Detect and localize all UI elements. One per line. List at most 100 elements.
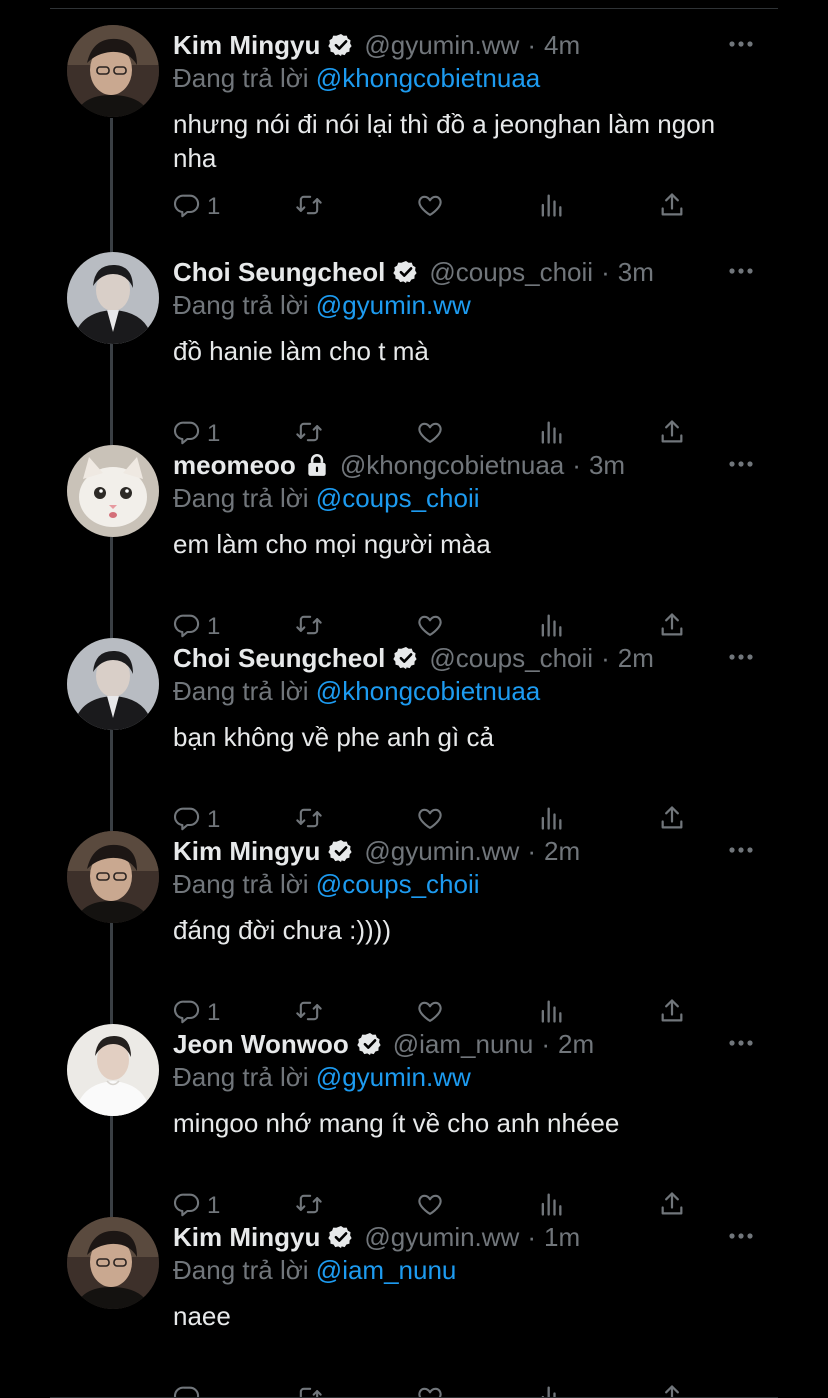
- tweet[interactable]: Kim Mingyu @gyumin.ww · 1m Đang trả lời …: [0, 1217, 828, 1398]
- retweet-button[interactable]: [295, 1192, 323, 1220]
- display-name[interactable]: Jeon Wonwoo: [173, 1029, 349, 1060]
- timestamp[interactable]: 3m: [618, 257, 654, 288]
- more-icon[interactable]: [728, 457, 754, 469]
- tweet-text: đồ hanie làm cho t mà: [173, 336, 429, 366]
- mention-link[interactable]: @coups_choii: [316, 869, 480, 899]
- separator-dot: ·: [527, 29, 536, 60]
- avatar[interactable]: [67, 638, 159, 730]
- reply-button[interactable]: 1: [173, 1192, 220, 1220]
- tweet-actions: 1: [173, 1191, 693, 1220]
- verified-badge: [393, 259, 419, 285]
- share-button[interactable]: [658, 805, 686, 834]
- display-name[interactable]: Kim Mingyu: [173, 1222, 320, 1253]
- user-handle[interactable]: @gyumin.ww: [364, 836, 519, 867]
- user-handle[interactable]: @gyumin.ww: [364, 30, 519, 61]
- tweet[interactable]: meomeoo @khongcobietnuaa · 3m Đang trả l…: [0, 445, 828, 641]
- tweet[interactable]: Kim Mingyu @gyumin.ww · 2m Đang trả lời …: [0, 831, 828, 1027]
- tweet-text: em làm cho mọi người màa: [173, 529, 491, 559]
- like-button[interactable]: [416, 806, 444, 834]
- mention-link[interactable]: @khongcobietnuaa: [316, 676, 540, 706]
- more-icon[interactable]: [728, 264, 754, 276]
- reply-count: 1: [207, 999, 221, 1026]
- mention-link[interactable]: @iam_nunu: [316, 1255, 457, 1285]
- avatar[interactable]: [67, 1024, 159, 1116]
- views-button[interactable]: [537, 420, 565, 448]
- reply-button[interactable]: 1: [173, 999, 220, 1027]
- more-icon[interactable]: [728, 1229, 754, 1241]
- mention-link[interactable]: @gyumin.ww: [316, 290, 471, 320]
- like-button[interactable]: [416, 613, 444, 641]
- timestamp[interactable]: 4m: [544, 30, 580, 61]
- like-button[interactable]: [416, 1192, 444, 1220]
- views-button[interactable]: [537, 999, 565, 1027]
- reply-button[interactable]: 1: [173, 420, 220, 448]
- tweet-actions: 1: [173, 805, 693, 834]
- retweet-button[interactable]: [295, 999, 323, 1027]
- tweet[interactable]: Choi Seungcheol @coups_choii · 2m Đang t…: [0, 638, 828, 834]
- avatar[interactable]: [67, 445, 159, 537]
- tweet[interactable]: Kim Mingyu @gyumin.ww · 4m Đang trả lời …: [0, 25, 828, 221]
- timestamp[interactable]: 2m: [558, 1029, 594, 1060]
- avatar[interactable]: [67, 1217, 159, 1309]
- mention-link[interactable]: @khongcobietnuaa: [316, 63, 540, 93]
- lock-icon: [308, 454, 326, 476]
- display-name[interactable]: Choi Seungcheol: [173, 257, 385, 288]
- mention-link[interactable]: @coups_choii: [316, 483, 480, 513]
- verified-badge: [357, 1031, 383, 1057]
- user-handle[interactable]: @iam_nunu: [393, 1029, 534, 1060]
- retweet-button[interactable]: [295, 420, 323, 448]
- timestamp[interactable]: 3m: [589, 450, 625, 481]
- share-button[interactable]: [658, 1191, 686, 1220]
- verified-badge-icon: [328, 33, 352, 57]
- tweet[interactable]: Choi Seungcheol @coups_choii · 3m Đang t…: [0, 252, 828, 448]
- views-button[interactable]: [537, 806, 565, 834]
- avatar[interactable]: [67, 252, 159, 344]
- like-button[interactable]: [416, 420, 444, 448]
- tweet-header: Kim Mingyu @gyumin.ww · 4m: [173, 28, 728, 62]
- separator-dot: ·: [527, 1221, 536, 1252]
- replying-to-label: Đang trả lời: [173, 1062, 309, 1092]
- like-button[interactable]: [416, 193, 444, 221]
- mention-link[interactable]: @gyumin.ww: [316, 1062, 471, 1092]
- more-icon[interactable]: [728, 37, 754, 49]
- user-handle[interactable]: @khongcobietnuaa: [340, 450, 564, 481]
- display-name[interactable]: Choi Seungcheol: [173, 643, 385, 674]
- user-handle[interactable]: @coups_choii: [429, 643, 593, 674]
- tweet-text: bạn không về phe anh gì cả: [173, 722, 494, 752]
- avatar[interactable]: [67, 831, 159, 923]
- separator-dot: ·: [527, 835, 536, 866]
- share-button[interactable]: [658, 419, 686, 448]
- retweet-button[interactable]: [295, 613, 323, 641]
- more-icon[interactable]: [728, 650, 754, 662]
- reply-button[interactable]: 1: [173, 613, 220, 641]
- tweet-actions: 1: [173, 419, 693, 448]
- tweet[interactable]: Jeon Wonwoo @iam_nunu · 2m Đang trả lời …: [0, 1024, 828, 1220]
- share-button[interactable]: [658, 998, 686, 1027]
- views-button[interactable]: [537, 613, 565, 641]
- share-button[interactable]: [658, 612, 686, 641]
- timestamp[interactable]: 1m: [544, 1222, 580, 1253]
- user-handle[interactable]: @coups_choii: [429, 257, 593, 288]
- retweet-button[interactable]: [295, 806, 323, 834]
- tweet-header: Kim Mingyu @gyumin.ww · 2m: [173, 834, 728, 868]
- more-icon[interactable]: [728, 843, 754, 855]
- separator-dot: ·: [541, 1028, 550, 1059]
- timestamp[interactable]: 2m: [618, 643, 654, 674]
- avatar[interactable]: [67, 25, 159, 117]
- user-handle[interactable]: @gyumin.ww: [364, 1222, 519, 1253]
- views-button[interactable]: [537, 1192, 565, 1220]
- display-name[interactable]: meomeoo: [173, 450, 296, 481]
- views-icon: [537, 191, 565, 224]
- verified-badge: [328, 32, 354, 58]
- display-name[interactable]: Kim Mingyu: [173, 836, 320, 867]
- timestamp[interactable]: 2m: [544, 836, 580, 867]
- display-name[interactable]: Kim Mingyu: [173, 30, 320, 61]
- reply-button[interactable]: 1: [173, 806, 220, 834]
- retweet-button[interactable]: [295, 193, 323, 221]
- share-button[interactable]: [658, 192, 686, 221]
- views-button[interactable]: [537, 193, 565, 221]
- replying-to-label: Đang trả lời: [173, 869, 309, 899]
- more-icon[interactable]: [728, 1036, 754, 1048]
- reply-button[interactable]: 1: [173, 193, 220, 221]
- like-button[interactable]: [416, 999, 444, 1027]
